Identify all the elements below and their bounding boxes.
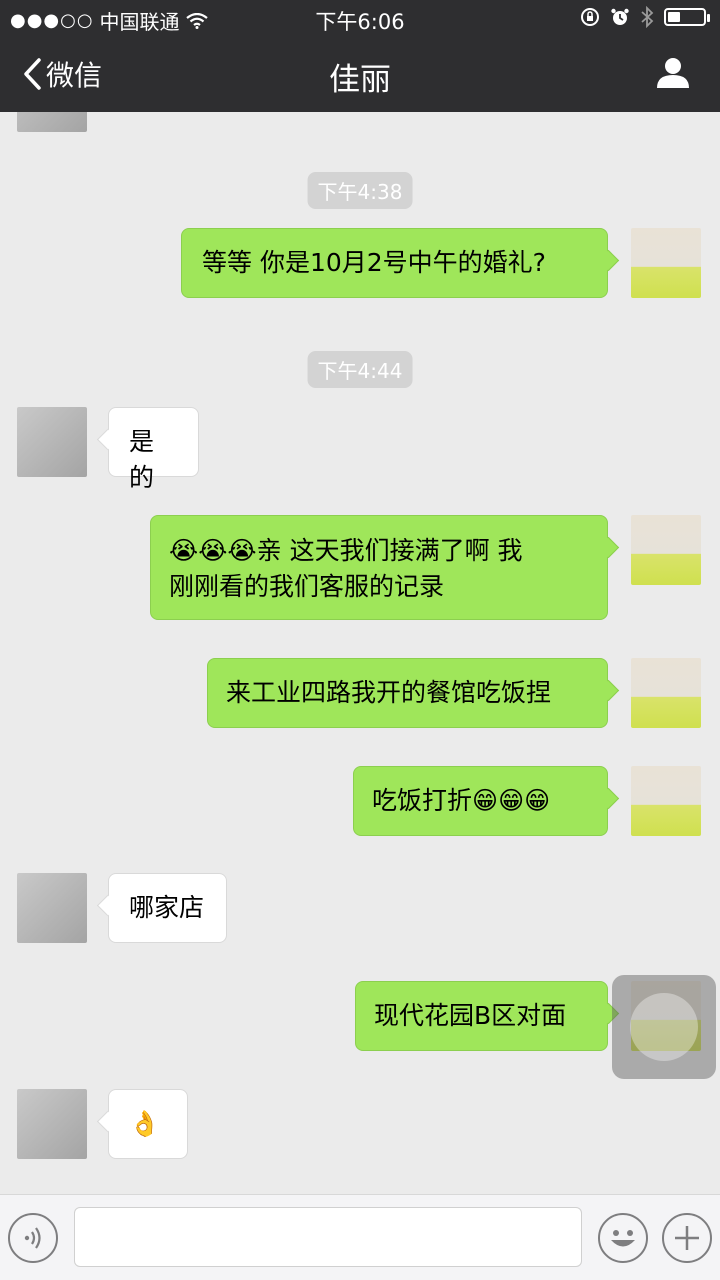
profile-button[interactable] xyxy=(656,56,690,92)
message-bubble-received[interactable]: 哪家店 xyxy=(108,873,227,943)
more-button[interactable] xyxy=(662,1213,712,1263)
avatar[interactable] xyxy=(17,873,87,943)
message-text: 是的 xyxy=(129,427,155,492)
plus-icon xyxy=(675,1226,699,1250)
assistive-touch-ring xyxy=(630,993,698,1061)
voice-button[interactable] xyxy=(8,1213,58,1263)
emoji-icon xyxy=(611,1230,635,1247)
avatar[interactable] xyxy=(631,228,701,298)
top-bar: ●●●○○ 中国联通 下午6:06 微信 佳丽 xyxy=(0,0,720,112)
status-bar: ●●●○○ 中国联通 下午6:06 xyxy=(0,0,720,36)
avatar[interactable] xyxy=(631,766,701,836)
message-text: 亲 这天我们接满了啊 我 xyxy=(256,536,523,565)
profile-icon xyxy=(657,58,689,88)
message-bubble-sent[interactable]: 现代花园B区对面 xyxy=(355,981,608,1051)
voice-icon xyxy=(24,1227,41,1249)
avatar[interactable] xyxy=(17,112,87,132)
timestamp: 下午4:44 xyxy=(307,351,413,388)
emoji: 😭😭😭 xyxy=(169,536,257,565)
avatar[interactable] xyxy=(631,658,701,728)
message-bubble-received[interactable]: 👌 xyxy=(108,1089,188,1159)
assistive-touch-button[interactable] xyxy=(612,975,716,1079)
timestamp: 下午4:38 xyxy=(307,172,413,209)
message-text: 刚刚看的我们客服的记录 xyxy=(169,572,445,601)
message-text: 现代花园B区对面 xyxy=(374,1001,567,1030)
emoji-button[interactable] xyxy=(598,1213,648,1263)
avatar[interactable] xyxy=(17,407,87,477)
message-input[interactable] xyxy=(74,1207,582,1267)
message-bubble-sent[interactable]: 😭😭😭亲 这天我们接满了啊 我 刚刚看的我们客服的记录 xyxy=(150,515,608,620)
chat-title: 佳丽 xyxy=(329,62,391,98)
message-bubble-received[interactable]: 是的 xyxy=(108,407,199,492)
message-bubble-sent[interactable]: 等等 你是10月2号中午的婚礼? xyxy=(181,228,608,298)
battery-icon xyxy=(664,8,710,26)
message-text: 吃饭打折 xyxy=(372,786,473,815)
alarm-icon xyxy=(611,8,629,25)
message-text: 来工业四路我开的餐馆吃饭捏 xyxy=(226,678,552,707)
message-bubble-sent[interactable]: 吃饭打折😁😁😁 xyxy=(353,766,608,836)
input-bar xyxy=(0,1194,720,1280)
emoji: 😁😁😁 xyxy=(472,786,551,815)
nav-bar: 微信 佳丽 xyxy=(0,36,720,112)
avatar[interactable] xyxy=(631,515,701,585)
chat-area[interactable]: 下午4:38 等等 你是10月2号中午的婚礼? 下午4:44 是的 😭😭😭亲 这… xyxy=(0,112,720,1194)
message-text: 等等 你是10月2号中午的婚礼? xyxy=(202,248,546,277)
bluetooth-icon xyxy=(641,6,654,28)
message-bubble-sent[interactable]: 来工业四路我开的餐馆吃饭捏 xyxy=(207,658,608,728)
rotation-lock-icon xyxy=(581,8,599,26)
message-text: 哪家店 xyxy=(129,893,205,922)
emoji: 👌 xyxy=(129,1109,161,1138)
avatar[interactable] xyxy=(17,1089,87,1159)
